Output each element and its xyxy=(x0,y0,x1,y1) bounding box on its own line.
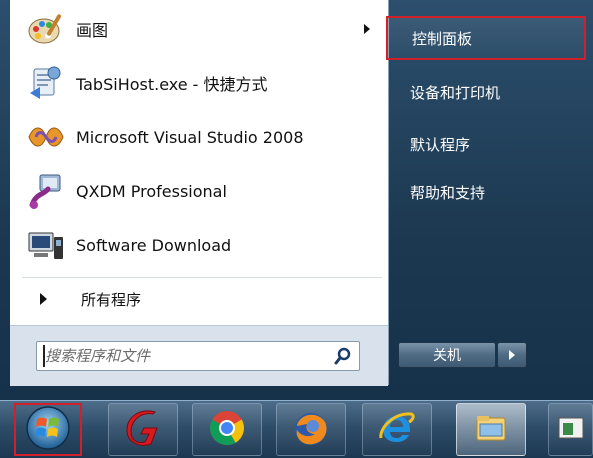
search-input[interactable] xyxy=(43,345,325,367)
right-item-devices-printers[interactable]: 设备和打印机 xyxy=(386,70,586,114)
program-label: 画图 xyxy=(76,21,109,40)
taskbar-app-firefox[interactable] xyxy=(276,403,346,456)
right-item-label: 设备和打印机 xyxy=(410,83,501,102)
taskbar-app-ie[interactable] xyxy=(362,403,432,456)
right-item-label: 帮助和支持 xyxy=(410,183,486,202)
search-box[interactable] xyxy=(36,341,360,371)
submenu-arrow-icon xyxy=(364,24,370,34)
program-label: TabSiHost.exe - 快捷方式 xyxy=(76,75,268,94)
taskbar xyxy=(0,400,593,458)
taskbar-app-window[interactable] xyxy=(548,403,593,456)
windows-logo-icon xyxy=(25,405,71,455)
qxdm-icon xyxy=(24,169,68,213)
tabsihost-icon xyxy=(24,61,68,105)
program-item-visual-studio[interactable]: Microsoft Visual Studio 2008 xyxy=(10,110,388,164)
program-item-tabsihost[interactable]: TabSiHost.exe - 快捷方式 xyxy=(10,56,388,110)
search-icon[interactable] xyxy=(333,346,353,366)
right-item-help-support[interactable]: 帮助和支持 xyxy=(386,170,586,214)
taskbar-app-chrome[interactable] xyxy=(192,403,262,456)
visual-studio-icon xyxy=(24,115,68,159)
firefox-icon xyxy=(291,408,331,452)
start-button[interactable] xyxy=(14,403,82,456)
divider xyxy=(22,277,382,278)
all-programs-label: 所有程序 xyxy=(81,290,142,309)
program-label: Software Download xyxy=(76,235,232,255)
right-item-default-programs[interactable]: 默认程序 xyxy=(386,122,586,166)
taskbar-app-red[interactable] xyxy=(108,403,178,456)
start-menu: 画图 TabSiHost.exe - 快捷方式 Microsoft Visual… xyxy=(0,0,593,400)
program-label: QXDM Professional xyxy=(76,181,227,201)
software-download-icon xyxy=(24,223,68,267)
chrome-icon xyxy=(207,408,247,452)
taskbar-app-file-explorer[interactable] xyxy=(456,403,526,456)
right-item-label: 默认程序 xyxy=(410,135,471,154)
right-item-label: 控制面板 xyxy=(412,29,473,48)
shutdown-label: 关机 xyxy=(433,348,461,364)
red-app-icon xyxy=(123,408,163,452)
search-area xyxy=(10,325,388,386)
right-item-control-panel[interactable]: 控制面板 xyxy=(386,16,586,60)
paint-icon xyxy=(24,7,68,51)
internet-explorer-icon xyxy=(377,408,417,452)
program-item-paint[interactable]: 画图 xyxy=(10,2,388,56)
program-item-software-download[interactable]: Software Download xyxy=(10,218,388,272)
all-programs-button[interactable]: 所有程序 xyxy=(10,284,388,314)
shutdown-options-button[interactable] xyxy=(497,342,527,368)
chevron-right-icon xyxy=(509,350,515,360)
program-item-qxdm[interactable]: QXDM Professional xyxy=(10,164,388,218)
window-app-icon xyxy=(555,412,587,448)
program-label: Microsoft Visual Studio 2008 xyxy=(76,127,304,147)
shutdown-button[interactable]: 关机 xyxy=(398,342,496,368)
file-explorer-icon xyxy=(471,408,511,452)
expand-arrow-icon xyxy=(40,293,47,305)
